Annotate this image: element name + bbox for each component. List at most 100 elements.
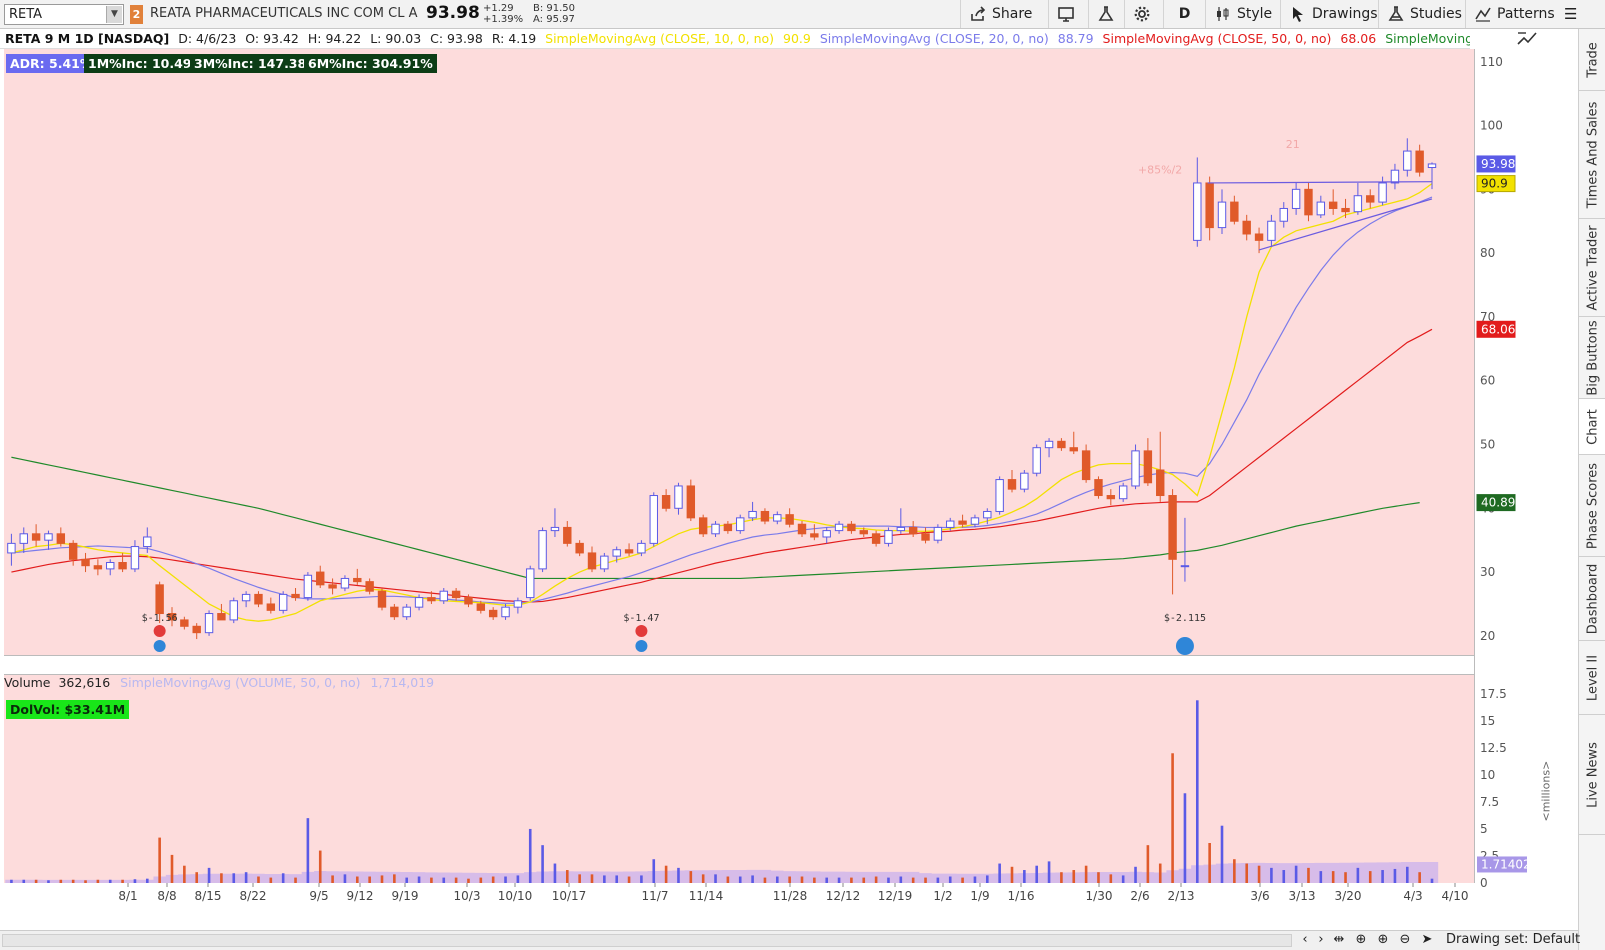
- volume-bar: [1270, 867, 1273, 883]
- chart-header: RETA 9 M 1D [NASDAQ] D: 4/6/23 O: 93.42 …: [0, 29, 1470, 49]
- volume-bar: [1233, 859, 1236, 883]
- cursor-icon[interactable]: ➤: [1418, 932, 1436, 950]
- tab-active-trader[interactable]: Active Trader: [1579, 219, 1605, 317]
- candle-body: [501, 606, 510, 618]
- candle-body: [760, 510, 770, 522]
- tab-chart[interactable]: Chart: [1579, 399, 1605, 455]
- settings-button[interactable]: [1124, 0, 1159, 28]
- tab-level-ii[interactable]: Level II: [1579, 641, 1605, 715]
- volume-bar: [34, 879, 38, 883]
- flask-icon: [1097, 5, 1115, 23]
- sma10-label[interactable]: SimpleMovingAvg (CLOSE, 10, 0, no): [545, 31, 774, 46]
- price-pane[interactable]: [4, 49, 1474, 655]
- volume-bar: [96, 879, 100, 883]
- scroll-right-icon[interactable]: ›: [1312, 932, 1330, 950]
- aggregation-button[interactable]: D: [1163, 0, 1205, 28]
- volume-header: Volume 362,616 SimpleMovingAvg (VOLUME, …: [4, 674, 434, 692]
- candle-body: [1143, 450, 1153, 484]
- volume-bar: [1393, 868, 1397, 883]
- date-axis-label: 9/12: [347, 889, 374, 903]
- candle-body: [266, 603, 276, 611]
- volume-bar: [1356, 867, 1360, 883]
- volume-bar: [738, 876, 742, 883]
- candle-body: [365, 581, 374, 592]
- volume-axis-label: 15: [1480, 714, 1495, 728]
- volume-bar: [590, 874, 594, 883]
- pan-arrows-icon[interactable]: ⇹: [1330, 932, 1348, 950]
- thinkscript-lab-button[interactable]: [1088, 0, 1123, 28]
- candle-body: [390, 606, 399, 618]
- sma200-label[interactable]: SimpleMovingAvg (CLOSE, 200, 0, no): [1385, 31, 1470, 46]
- candle-body: [1032, 447, 1041, 474]
- date-axis-label: 1/30: [1086, 889, 1113, 903]
- patterns-button[interactable]: Patterns: [1465, 0, 1563, 28]
- tab-dashboard[interactable]: Dashboard: [1579, 557, 1605, 641]
- candle-body: [56, 533, 66, 544]
- style-button[interactable]: Style: [1205, 0, 1280, 28]
- earnings-bulb-icon[interactable]: [1175, 637, 1194, 655]
- earnings-dividend-icon[interactable]: [153, 625, 166, 637]
- chart-mode-icon[interactable]: [1516, 30, 1538, 48]
- volume-bar: [1060, 872, 1063, 883]
- crosshair-icon[interactable]: ⊕: [1352, 932, 1370, 950]
- date-axis-label: 11/14: [689, 889, 724, 903]
- volume-bar: [850, 877, 853, 883]
- zoom-in-icon[interactable]: ⊕: [1374, 932, 1392, 950]
- volume-bar: [948, 876, 952, 883]
- volume-bar: [528, 828, 532, 883]
- drawing-set-selector[interactable]: Drawing set: Default: [1446, 932, 1580, 947]
- sma20-label[interactable]: SimpleMovingAvg (CLOSE, 20, 0, no): [820, 31, 1049, 46]
- flexible-grid-button[interactable]: [1048, 0, 1083, 28]
- horizontal-scrollbar[interactable]: [2, 934, 1292, 947]
- candle-body: [106, 562, 115, 570]
- date-axis-label: 2/13: [1168, 889, 1195, 903]
- volume-bar: [1344, 872, 1347, 883]
- candle-body: [1020, 472, 1029, 490]
- share-button[interactable]: Share: [960, 0, 1040, 28]
- pattern-icon: [1474, 5, 1492, 23]
- volume-sma-label[interactable]: SimpleMovingAvg (VOLUME, 50, 0, no): [120, 675, 360, 690]
- zoom-out-icon[interactable]: ⊖: [1396, 932, 1414, 950]
- chevron-down-icon[interactable]: ▼: [106, 6, 122, 23]
- studies-button[interactable]: Studies: [1378, 0, 1470, 28]
- price-axis-label: 60: [1480, 374, 1495, 388]
- volume-bar: [343, 874, 347, 883]
- tab-big-buttons[interactable]: Big Buttons: [1579, 317, 1605, 399]
- volume-bar: [84, 880, 87, 883]
- tab-trade[interactable]: Trade: [1579, 29, 1605, 91]
- volume-bar: [615, 875, 619, 883]
- candle-body: [526, 568, 535, 599]
- candle-body: [44, 533, 53, 541]
- earnings-bulb-icon[interactable]: [635, 640, 648, 652]
- volume-bar: [71, 879, 75, 883]
- link-group-badge[interactable]: 2: [130, 5, 143, 24]
- candle-body: [1230, 201, 1239, 222]
- volume-bar: [442, 877, 446, 883]
- volume-bar: [813, 877, 816, 883]
- volume-bar: [763, 877, 767, 883]
- drawings-label: Drawings: [1312, 6, 1378, 22]
- sma10-bubble-text: 90.9: [1481, 177, 1508, 191]
- candle-body: [686, 485, 696, 519]
- symbol-input[interactable]: RETA ▼: [4, 4, 124, 25]
- earnings-dividend-icon[interactable]: [635, 625, 648, 637]
- earnings-bulb-icon[interactable]: [153, 640, 166, 652]
- volume-pane[interactable]: [4, 675, 1474, 883]
- chart-canvas[interactable]: 110100908070605040302017.51512.5107.552.…: [0, 49, 1578, 930]
- candle-body: [1341, 207, 1350, 213]
- volume-bar: [10, 879, 13, 883]
- candle-body: [1193, 182, 1202, 241]
- menu-button[interactable]: ☰: [1560, 0, 1581, 28]
- tab-live-news[interactable]: Live News: [1579, 715, 1605, 835]
- drawings-button[interactable]: Drawings: [1280, 0, 1386, 28]
- sma50-label[interactable]: SimpleMovingAvg (CLOSE, 50, 0, no): [1103, 31, 1332, 46]
- candle-body: [130, 546, 140, 570]
- bar-high: H: 94.22: [307, 31, 362, 46]
- pct-move-annotation: +85%/2: [1138, 163, 1182, 176]
- tab-times-and-sales[interactable]: Times And Sales: [1579, 91, 1605, 219]
- tab-phase-scores[interactable]: Phase Scores: [1579, 455, 1605, 557]
- candle-body: [402, 606, 411, 618]
- tab-label: Big Buttons: [1585, 319, 1600, 396]
- candle-body: [476, 603, 486, 611]
- candle-body: [1156, 469, 1165, 497]
